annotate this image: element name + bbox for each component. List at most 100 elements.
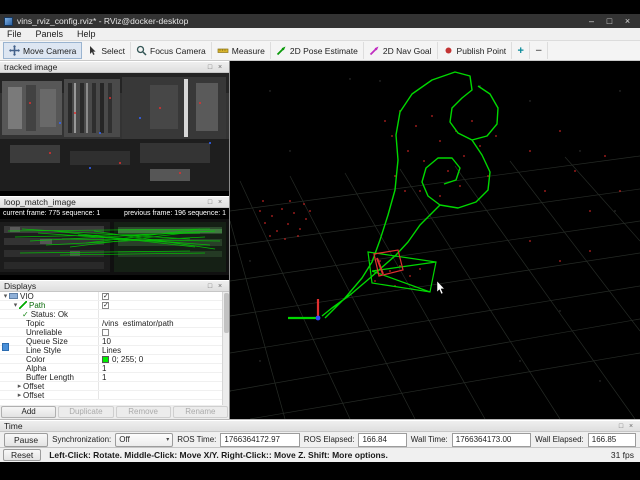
nav-goal-icon — [369, 46, 379, 56]
add-display-button[interactable]: Add — [1, 406, 57, 418]
rviz-window: vins_rviz_config.rviz* - RViz@docker-des… — [0, 14, 640, 462]
float-icon[interactable]: □ — [616, 423, 626, 430]
left-dock: tracked image □ × loop_match_image □ × c… — [0, 61, 230, 419]
focus-camera-label: Focus Camera — [150, 45, 206, 56]
enabled-checkbox[interactable]: ✓ — [102, 301, 109, 309]
time-controls: Pause Synchronization: Off ▾ ROS Time: 1… — [0, 432, 640, 447]
unreliable-checkbox[interactable] — [102, 328, 109, 336]
row-label: Offset — [23, 390, 45, 400]
selection-marker — [2, 343, 9, 351]
tree-scrollbar-thumb[interactable] — [224, 293, 229, 333]
minimize-icon[interactable]: – — [583, 15, 600, 27]
sync-dropdown[interactable]: Off ▾ — [115, 432, 174, 447]
tracked-image-header[interactable]: tracked image □ × — [0, 61, 229, 73]
close-icon[interactable]: × — [215, 199, 225, 206]
measure-button[interactable]: Measure — [212, 42, 271, 59]
current-frame-text: current frame: 775 sequence: 1 — [3, 210, 101, 217]
pause-button[interactable]: Pause — [4, 432, 49, 447]
float-icon[interactable]: □ — [205, 199, 215, 206]
select-button[interactable]: Select — [82, 42, 132, 59]
menu-panels[interactable]: Panels — [29, 28, 71, 40]
reset-button[interactable]: Reset — [3, 449, 42, 461]
close-icon[interactable]: × — [626, 423, 636, 430]
move-camera-label: Move Camera — [23, 45, 77, 56]
time-panel-header[interactable]: Time □ × — [0, 420, 640, 432]
color-value[interactable]: 0; 255; 0 — [112, 355, 143, 363]
enabled-checkbox[interactable]: ✓ — [102, 292, 109, 300]
tracked-image-title: tracked image — [4, 62, 58, 72]
ros-time-field[interactable]: 1766364172.97 — [220, 432, 300, 447]
duplicate-display-button[interactable]: Duplicate — [58, 406, 114, 418]
displays-header[interactable]: Displays □ × — [0, 280, 229, 292]
pose-estimate-icon — [276, 46, 286, 56]
row-label: Alpha — [26, 363, 47, 373]
status-bar: Reset Left-Click: Rotate. Middle-Click: … — [0, 447, 640, 462]
row-label: Color — [26, 354, 46, 364]
displays-footer: Add Duplicate Remove Rename — [0, 405, 229, 419]
ros-elapsed-field[interactable]: 166.84 — [358, 432, 407, 447]
chevron-right-icon[interactable]: ▸ — [16, 382, 23, 391]
displays-title: Displays — [4, 281, 37, 291]
move-camera-button[interactable]: Move Camera — [3, 42, 83, 59]
queue-size-value[interactable]: 10 — [98, 337, 222, 345]
tree-row-offset-2[interactable]: ▸ Offset — [0, 391, 229, 400]
row-label: Queue Size — [26, 336, 68, 346]
row-label: Buffer Length — [26, 372, 74, 382]
nav-goal-label: 2D Nav Goal — [382, 45, 432, 56]
time-panel: Time □ × Pause Synchronization: Off ▾ RO… — [0, 419, 640, 447]
toolbar: Move Camera Select Focus Camera Measure … — [0, 41, 640, 61]
add-tool-button[interactable]: + — [512, 42, 531, 59]
publish-point-button[interactable]: Publish Point — [438, 42, 513, 59]
maximize-icon[interactable]: □ — [601, 15, 618, 27]
chevron-right-icon[interactable]: ▸ — [16, 391, 23, 400]
rename-display-button[interactable]: Rename — [172, 406, 228, 418]
loop-match-view — [0, 219, 229, 280]
menu-help[interactable]: Help — [70, 28, 103, 40]
folder-icon — [9, 293, 18, 299]
chevron-down-icon[interactable]: ▾ — [2, 292, 9, 301]
app-icon — [4, 16, 13, 26]
remove-tool-button[interactable]: − — [530, 42, 549, 59]
pose-estimate-button[interactable]: 2D Pose Estimate — [271, 42, 364, 59]
fps-counter: 31 fps — [610, 450, 634, 460]
wall-elapsed-field[interactable]: 166.85 — [587, 432, 637, 447]
menubar: File Panels Help — [0, 28, 640, 41]
publish-point-label: Publish Point — [456, 45, 507, 56]
select-icon — [90, 46, 96, 55]
close-icon[interactable]: × — [215, 283, 225, 290]
close-icon[interactable]: × — [215, 64, 225, 71]
main-content: tracked image □ × loop_match_image □ × c… — [0, 61, 640, 419]
float-icon[interactable]: □ — [205, 283, 215, 290]
render-view[interactable] — [230, 61, 640, 419]
focus-camera-button[interactable]: Focus Camera — [131, 42, 212, 59]
remove-display-button[interactable]: Remove — [115, 406, 171, 418]
status-ok-icon: ✓ — [22, 309, 29, 319]
row-label: Line Style — [26, 345, 62, 355]
sync-value: Off — [119, 434, 130, 444]
tracked-image-view — [0, 73, 229, 196]
measure-label: Measure — [231, 45, 265, 56]
pose-estimate-label: 2D Pose Estimate — [289, 45, 358, 56]
buffer-length-value[interactable]: 1 — [98, 373, 222, 381]
publish-point-icon — [445, 47, 452, 54]
loop-match-header[interactable]: loop_match_image □ × — [0, 196, 229, 208]
wall-time-field[interactable]: 1766364173.00 — [451, 432, 532, 447]
screen: vins_rviz_config.rviz* - RViz@docker-des… — [0, 0, 640, 480]
alpha-value[interactable]: 1 — [98, 364, 222, 372]
minus-icon: − — [535, 44, 542, 57]
chevron-down-icon[interactable]: ▾ — [12, 301, 19, 310]
plus-icon: + — [517, 44, 524, 57]
tracked-image — [0, 73, 229, 191]
nav-goal-button[interactable]: 2D Nav Goal — [364, 42, 438, 59]
menu-file[interactable]: File — [0, 28, 29, 40]
close-icon[interactable]: × — [619, 15, 636, 27]
color-swatch[interactable] — [102, 355, 109, 363]
row-label: Path — [29, 300, 46, 310]
topic-value[interactable]: /vins_estimator/path — [98, 319, 222, 327]
float-icon[interactable]: □ — [205, 64, 215, 71]
previous-frame-text: previous frame: 196 sequence: 1 — [124, 210, 226, 217]
focus-camera-icon — [136, 45, 147, 56]
row-label: Topic — [26, 318, 45, 328]
line-style-value[interactable]: Lines — [98, 346, 222, 354]
tree-scrollbar[interactable] — [222, 292, 229, 405]
